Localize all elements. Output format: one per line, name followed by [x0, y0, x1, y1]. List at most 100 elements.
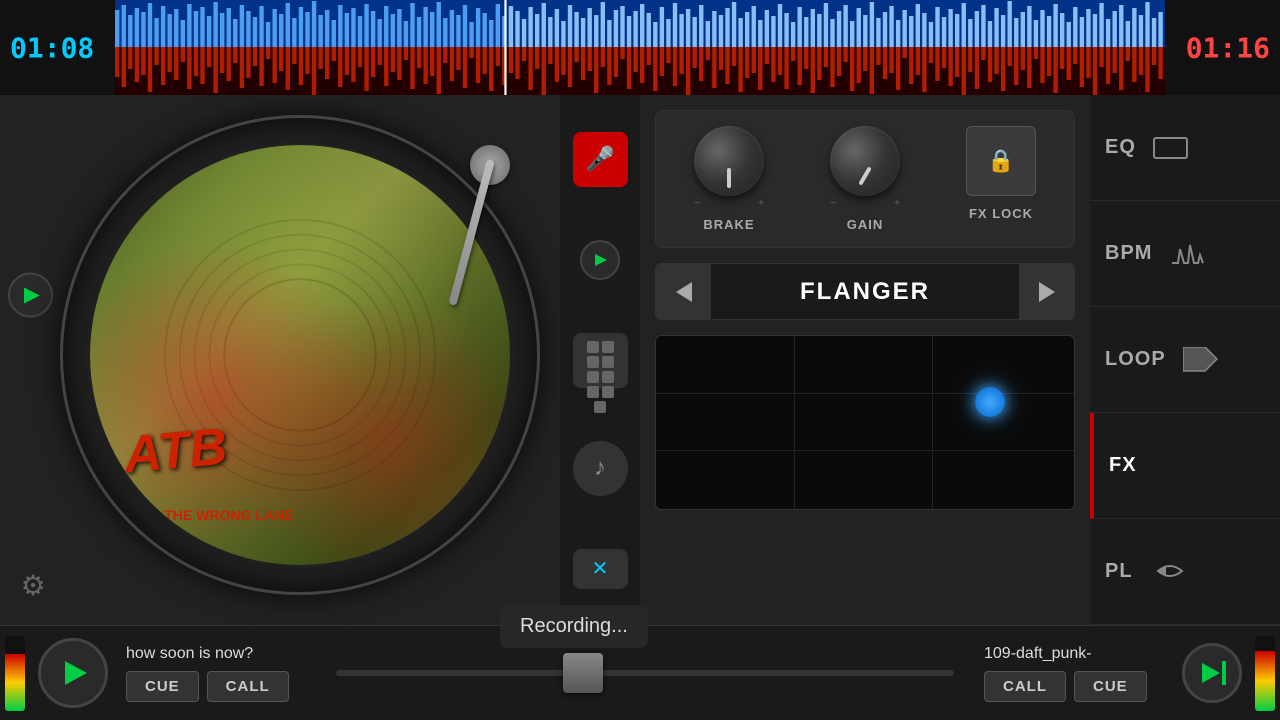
- brake-knob-group: − + BRAKE: [671, 126, 787, 232]
- music-button[interactable]: ♪: [573, 441, 628, 496]
- album-artist-text: ATB: [121, 417, 229, 486]
- gain-knob[interactable]: [830, 126, 900, 196]
- waveform-bottom: [115, 47, 1165, 95]
- waveform-container[interactable]: [115, 0, 1165, 95]
- xy-grid-h2: [656, 450, 1074, 451]
- right-sidebar: EQ BPM LOOP FX: [1090, 95, 1280, 625]
- play-icon: [65, 661, 87, 685]
- arrow-left-icon: [676, 282, 692, 302]
- effect-selector: FLANGER: [655, 263, 1075, 320]
- sidebar-eq-label: EQ: [1105, 136, 1136, 159]
- waveform-top: [115, 0, 1165, 47]
- volume-indicator-left: [5, 636, 25, 711]
- grid-dot: [587, 356, 599, 368]
- xy-pad-dot: [975, 387, 1005, 417]
- knob-indicator: [858, 166, 871, 185]
- grid-dot: [602, 371, 614, 383]
- play-icon: [595, 254, 607, 266]
- track-name-left: how soon is now?: [126, 645, 306, 663]
- vol-fill-left: [5, 654, 25, 710]
- knob-minmax: − +: [830, 198, 900, 209]
- effect-prev-button[interactable]: [656, 264, 711, 319]
- cue-button-right[interactable]: CUE: [1074, 671, 1147, 702]
- track-info-right: 109-daft_punk- CALL CUE: [974, 645, 1174, 702]
- xy-grid-v2: [932, 336, 933, 509]
- skip-bar: [1222, 661, 1226, 685]
- fxlock-group: 🔒 FX LOCK: [943, 126, 1059, 232]
- lock-icon: 🔒: [987, 148, 1014, 174]
- sidebar-pl-label: PL: [1105, 560, 1133, 583]
- time-left: 01:08: [10, 31, 94, 64]
- grid-dot: [594, 401, 606, 413]
- crossfader-icon: ✕: [592, 556, 609, 581]
- vol-fill-right: [1255, 651, 1275, 711]
- crossfader-track[interactable]: [336, 670, 954, 676]
- bpm-icon: [1167, 239, 1207, 269]
- sidebar-loop-label: LOOP: [1105, 348, 1166, 371]
- track-name-right: 109-daft_punk-: [984, 645, 1164, 663]
- knobs-row: − + BRAKE − + GAIN 🔒: [655, 110, 1075, 248]
- grid-dot: [587, 371, 599, 383]
- fxlock-label: FX LOCK: [969, 206, 1033, 221]
- turntable[interactable]: ATB I'M IN THE WRONG LANE DJ Studio SIDE…: [60, 115, 540, 595]
- effect-next-button[interactable]: [1019, 264, 1074, 319]
- center-play-button[interactable]: [580, 240, 620, 280]
- xy-grid-v1: [794, 336, 795, 509]
- eq-icon: [1151, 133, 1191, 163]
- skip-icon: [1199, 661, 1226, 685]
- center-panel: 🎤 ♪ ✕: [560, 95, 640, 625]
- left-play-button[interactable]: [8, 273, 53, 318]
- gain-label: GAIN: [847, 217, 884, 232]
- fxlock-button[interactable]: 🔒: [966, 126, 1036, 196]
- mic-icon: 🎤: [585, 145, 615, 174]
- bottom-play-button-left[interactable]: [38, 638, 108, 708]
- pl-back-icon: [1148, 557, 1188, 587]
- loop-icon: [1181, 345, 1221, 375]
- arrow-right-icon: [1039, 282, 1055, 302]
- xy-grid-h1: [656, 393, 1074, 394]
- grid-dot: [602, 356, 614, 368]
- brake-label: BRAKE: [703, 217, 754, 232]
- cue-call-row-left: CUE CALL: [126, 671, 306, 702]
- skip-triangle: [1202, 663, 1220, 683]
- mic-button[interactable]: 🎤: [573, 132, 628, 187]
- sidebar-bpm-label: BPM: [1105, 242, 1152, 265]
- tonearm-arm: [448, 159, 495, 306]
- effect-name: FLANGER: [711, 278, 1019, 306]
- sidebar-item-pl[interactable]: PL: [1090, 519, 1280, 625]
- turntable-section: ATB I'M IN THE WRONG LANE DJ Studio SIDE…: [0, 95, 640, 625]
- knob-minmax: − +: [694, 198, 764, 209]
- settings-button[interactable]: ⚙: [8, 560, 58, 610]
- main-area: ATB I'M IN THE WRONG LANE DJ Studio SIDE…: [0, 95, 1280, 625]
- sidebar-item-loop[interactable]: LOOP: [1090, 307, 1280, 413]
- bottom-bar: how soon is now? CUE CALL 109-daft_punk-…: [0, 625, 1280, 720]
- album-subtitle-text: I'M IN THE WRONG LANE: [124, 507, 294, 523]
- music-note-icon: ♪: [594, 454, 606, 482]
- crossfader-container: [316, 670, 974, 676]
- volume-indicator-right: [1255, 636, 1275, 711]
- crossfader-button[interactable]: ✕: [573, 549, 628, 589]
- grid-dot: [602, 386, 614, 398]
- fx-section: − + BRAKE − + GAIN 🔒: [640, 95, 1090, 625]
- sidebar-item-fx[interactable]: FX: [1090, 413, 1280, 519]
- cue-button-left[interactable]: CUE: [126, 671, 199, 702]
- grid-dot: [602, 341, 614, 353]
- sidebar-item-eq[interactable]: EQ: [1090, 95, 1280, 201]
- track-info-left: how soon is now? CUE CALL: [116, 645, 316, 702]
- call-button-left[interactable]: CALL: [207, 671, 289, 702]
- grid-dot: [587, 386, 599, 398]
- tonearm: [400, 145, 520, 345]
- crossfader-handle[interactable]: [563, 653, 603, 693]
- bottom-skip-button[interactable]: [1182, 643, 1242, 703]
- cue-call-row-right: CALL CUE: [984, 671, 1164, 702]
- play-icon: [24, 287, 40, 303]
- grid-dot: [587, 341, 599, 353]
- waveform-bar: 01:08: [0, 0, 1280, 95]
- time-right: 01:16: [1186, 31, 1270, 64]
- grid-button[interactable]: [573, 333, 628, 388]
- xy-pad[interactable]: [655, 335, 1075, 510]
- sidebar-item-bpm[interactable]: BPM: [1090, 201, 1280, 307]
- call-button-right[interactable]: CALL: [984, 671, 1066, 702]
- knob-indicator: [727, 168, 731, 188]
- brake-knob[interactable]: [694, 126, 764, 196]
